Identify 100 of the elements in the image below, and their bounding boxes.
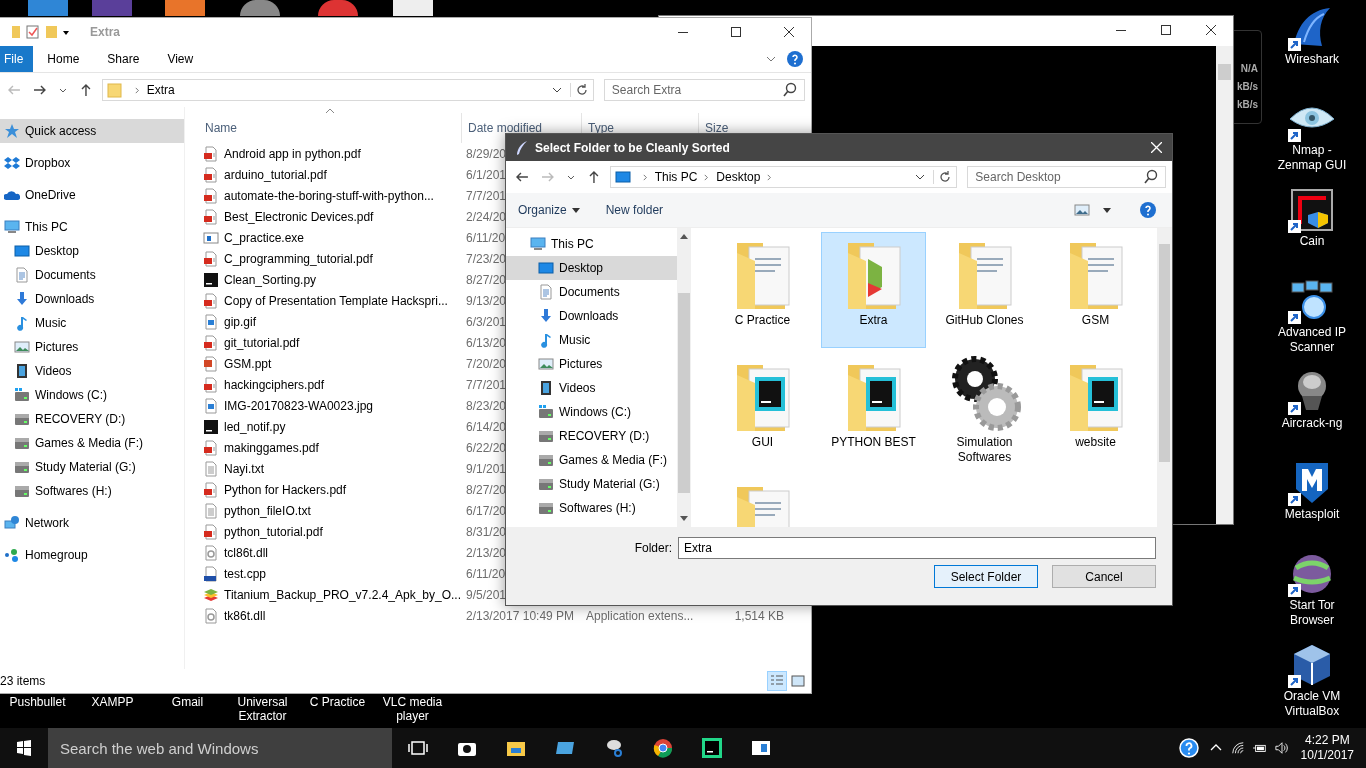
up-arrow-icon[interactable] [680, 234, 688, 239]
thumbnail-view-icon[interactable] [789, 672, 807, 690]
folder-item[interactable]: PYTHON BEST [821, 354, 926, 470]
file-name[interactable]: Titanium_Backup_PRO_v7.2.4_Apk_by_O... [203, 586, 461, 603]
folder-field[interactable]: Extra [678, 537, 1156, 559]
nav-item[interactable]: Study Material (G:) [506, 472, 677, 496]
nav-item[interactable]: Pictures [506, 352, 677, 376]
down-arrow-icon[interactable] [680, 516, 688, 521]
nav-item[interactable]: This PC [506, 232, 677, 256]
nav-item[interactable]: Windows (C:) [0, 383, 184, 407]
speaker-icon[interactable] [1274, 741, 1289, 755]
ribbon-tab[interactable]: View [153, 52, 208, 66]
file-name[interactable]: Clean_Sorting.py [203, 271, 461, 288]
folder-item[interactable]: GUI [710, 354, 815, 470]
folder-item[interactable]: GitHub Clones [932, 232, 1037, 348]
clock-date[interactable]: 10/1/2017 [1300, 748, 1354, 763]
task-view-icon[interactable] [408, 738, 428, 758]
scrollbar[interactable] [1216, 46, 1233, 524]
minimize-icon[interactable] [677, 31, 688, 33]
maximize-icon[interactable] [730, 27, 741, 37]
nav-item[interactable]: Dropbox [0, 151, 184, 175]
close-icon[interactable] [1205, 25, 1216, 35]
nav-item[interactable]: Homegroup [0, 543, 184, 567]
view-options-icon[interactable] [1074, 203, 1090, 217]
search-field[interactable]: Search the web and Windows [48, 728, 392, 768]
nav-item[interactable]: This PC [0, 215, 184, 239]
new-folder-button[interactable]: New folder [605, 203, 664, 217]
cancel-button[interactable]: Cancel [1052, 565, 1156, 588]
minimize-icon[interactable] [1115, 29, 1126, 31]
scrollbar[interactable] [677, 228, 691, 527]
maximize-icon[interactable] [1160, 25, 1171, 35]
nav-item[interactable]: Music [506, 328, 677, 352]
file-tab[interactable]: File [0, 46, 34, 72]
folder-item[interactable]: Simulation Softwares [932, 354, 1037, 470]
file-name[interactable]: tk86t.dll [203, 607, 461, 624]
file-name[interactable]: C_programming_tutorial.pdf [203, 250, 461, 267]
address-bar[interactable]: This PC Desktop [609, 166, 958, 188]
ribbon-tab[interactable]: Home [33, 52, 94, 66]
organize-menu[interactable]: Organize [518, 203, 580, 217]
file-name[interactable]: python_fileIO.txt [203, 502, 461, 519]
nav-item[interactable]: Desktop [0, 239, 184, 263]
nav-item[interactable]: RECOVERY (D:) [0, 407, 184, 431]
help-icon[interactable] [1178, 738, 1199, 758]
file-name[interactable]: hackingciphers.pdf [203, 376, 461, 393]
close-button[interactable] [1151, 142, 1162, 153]
file-name[interactable]: IMG-20170823-WA0023.jpg [203, 397, 461, 414]
file-name[interactable]: automate-the-boring-stuff-with-python... [203, 187, 461, 204]
folder-item[interactable]: website [1043, 354, 1148, 470]
file-name[interactable]: Python for Hackers.pdf [203, 481, 461, 498]
nav-item[interactable]: Softwares (H:) [0, 479, 184, 503]
search-icon[interactable] [782, 82, 798, 98]
file-name[interactable]: gip.gif [203, 313, 461, 330]
file-name[interactable]: tcl86t.dll [203, 544, 461, 561]
address-bar[interactable]: Extra [101, 79, 594, 101]
nav-item[interactable]: Downloads [506, 304, 677, 328]
tile-icon[interactable] [165, 0, 205, 16]
column-header[interactable]: Name [203, 113, 461, 143]
breadcrumb[interactable]: This PC [654, 170, 698, 184]
file-name[interactable]: makinggames.pdf [203, 439, 461, 456]
close-icon[interactable] [783, 27, 794, 37]
file-name[interactable]: arduino_tutorial.pdf [203, 166, 461, 183]
computers-icon[interactable] [1288, 277, 1336, 325]
breadcrumb[interactable]: Extra [146, 83, 175, 97]
nav-item[interactable]: Study Material (G:) [0, 455, 184, 479]
file-name[interactable]: git_tutorial.pdf [203, 334, 461, 351]
window-icon[interactable] [751, 738, 771, 758]
file-name[interactable]: led_notif.py [203, 418, 461, 435]
file-name[interactable]: GSM.ppt [203, 355, 461, 372]
nav-item[interactable]: Music [0, 311, 184, 335]
nav-item[interactable]: Downloads [0, 287, 184, 311]
browser-icon[interactable] [653, 738, 673, 758]
nav-item[interactable]: Quick access [0, 119, 184, 143]
nav-item[interactable]: Softwares (H:) [506, 496, 677, 520]
file-name[interactable]: Android app in python.pdf [203, 145, 461, 162]
breadcrumb[interactable]: Desktop [716, 170, 761, 184]
file-name[interactable]: test.cpp [203, 565, 461, 582]
file-name[interactable]: Copy of Presentation Template Hackspri... [203, 292, 461, 309]
search-icon[interactable] [1143, 169, 1159, 185]
nav-item[interactable]: Desktop [506, 256, 677, 280]
wifi-icon[interactable] [1230, 741, 1245, 755]
tile-icon[interactable] [28, 0, 68, 16]
folder-item[interactable]: C Practice [710, 232, 815, 348]
file-name[interactable]: C_practice.exe [203, 229, 461, 246]
nav-item[interactable]: RECOVERY (D:) [506, 424, 677, 448]
file-name[interactable]: Best_Electronic Devices.pdf [203, 208, 461, 225]
window-icon[interactable] [1288, 186, 1336, 234]
nav-item[interactable]: Documents [0, 263, 184, 287]
nav-item[interactable]: Games & Media (F:) [0, 431, 184, 455]
folder-item[interactable]: GSM [1043, 232, 1148, 348]
file-name[interactable]: python_tutorial.pdf [203, 523, 461, 540]
select-folder-button[interactable]: Select Folder [934, 565, 1038, 588]
search-field[interactable]: Search Extra [603, 79, 805, 101]
nav-item[interactable]: Windows (C:) [506, 400, 677, 424]
folder-item[interactable]: Extra [821, 232, 926, 348]
ribbon-tab[interactable]: Share [93, 52, 154, 66]
nav-item[interactable]: Documents [506, 280, 677, 304]
file-name[interactable]: Nayi.txt [203, 460, 461, 477]
code-editor-icon[interactable] [702, 738, 722, 758]
nav-item[interactable]: Network [0, 511, 184, 535]
nav-item[interactable]: Pictures [0, 335, 184, 359]
